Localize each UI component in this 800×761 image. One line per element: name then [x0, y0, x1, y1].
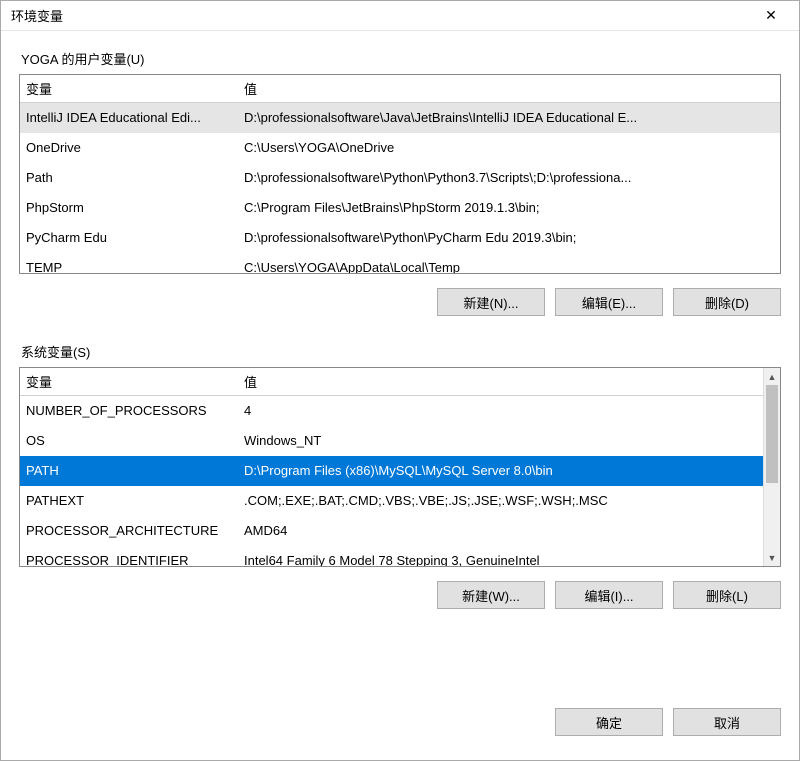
- user-vars-label: YOGA 的用户变量(U): [21, 49, 781, 68]
- header-value[interactable]: 值: [238, 368, 763, 395]
- system-vars-label: 系统变量(S): [21, 342, 781, 361]
- scroll-track[interactable]: [764, 385, 780, 549]
- var-value: D:\professionalsoftware\Python\PyCharm E…: [238, 223, 780, 253]
- table-row[interactable]: PROCESSOR_IDENTIFIERIntel64 Family 6 Mod…: [20, 546, 763, 567]
- var-value: .COM;.EXE;.BAT;.CMD;.VBS;.VBE;.JS;.JSE;.…: [238, 486, 763, 516]
- var-name: TEMP: [20, 253, 238, 274]
- var-value: Intel64 Family 6 Model 78 Stepping 3, Ge…: [238, 546, 763, 567]
- table-row[interactable]: NUMBER_OF_PROCESSORS4: [20, 396, 763, 426]
- user-vars-listbox[interactable]: 变量 值 IntelliJ IDEA Educational Edi...D:\…: [19, 74, 781, 274]
- var-value: Windows_NT: [238, 426, 763, 456]
- system-rows: NUMBER_OF_PROCESSORS4OSWindows_NTPATHD:\…: [20, 396, 763, 567]
- var-name: PROCESSOR_IDENTIFIER: [20, 546, 238, 567]
- dialog-content: YOGA 的用户变量(U) 变量 值 IntelliJ IDEA Educati…: [1, 31, 799, 760]
- user-rows: IntelliJ IDEA Educational Edi...D:\profe…: [20, 103, 780, 274]
- header-value[interactable]: 值: [238, 75, 780, 102]
- system-vars-listbox[interactable]: 变量 值 NUMBER_OF_PROCESSORS4OSWindows_NTPA…: [19, 367, 781, 567]
- header-variable[interactable]: 变量: [20, 75, 238, 102]
- var-value: C:\Users\YOGA\OneDrive: [238, 133, 780, 163]
- var-value: 4: [238, 396, 763, 426]
- scrollbar[interactable]: ▲ ▼: [763, 368, 780, 566]
- table-row[interactable]: IntelliJ IDEA Educational Edi...D:\profe…: [20, 103, 780, 133]
- scroll-up-icon[interactable]: ▲: [764, 368, 780, 385]
- var-name: OneDrive: [20, 133, 238, 163]
- sys-new-button[interactable]: 新建(W)...: [437, 581, 545, 609]
- env-vars-dialog: 环境变量 ✕ YOGA 的用户变量(U) 变量 值 IntelliJ IDEA …: [0, 0, 800, 761]
- var-name: OS: [20, 426, 238, 456]
- table-row[interactable]: PATHD:\Program Files (x86)\MySQL\MySQL S…: [20, 456, 763, 486]
- var-value: C:\Users\YOGA\AppData\Local\Temp: [238, 253, 780, 274]
- user-buttons: 新建(N)... 编辑(E)... 删除(D): [19, 288, 781, 316]
- var-value: D:\professionalsoftware\Java\JetBrains\I…: [238, 103, 780, 133]
- table-row[interactable]: PathD:\professionalsoftware\Python\Pytho…: [20, 163, 780, 193]
- dialog-buttons: 确定 取消: [19, 690, 781, 736]
- cancel-button[interactable]: 取消: [673, 708, 781, 736]
- titlebar: 环境变量 ✕: [1, 1, 799, 31]
- table-row[interactable]: PATHEXT.COM;.EXE;.BAT;.CMD;.VBS;.VBE;.JS…: [20, 486, 763, 516]
- system-list-header: 变量 值: [20, 368, 763, 396]
- var-name: Path: [20, 163, 238, 193]
- var-name: PATHEXT: [20, 486, 238, 516]
- header-variable[interactable]: 变量: [20, 368, 238, 395]
- table-row[interactable]: PhpStormC:\Program Files\JetBrains\PhpSt…: [20, 193, 780, 223]
- var-name: PhpStorm: [20, 193, 238, 223]
- var-value: D:\Program Files (x86)\MySQL\MySQL Serve…: [238, 456, 763, 486]
- user-new-button[interactable]: 新建(N)...: [437, 288, 545, 316]
- var-value: C:\Program Files\JetBrains\PhpStorm 2019…: [238, 193, 780, 223]
- var-name: NUMBER_OF_PROCESSORS: [20, 396, 238, 426]
- window-title: 环境变量: [11, 6, 751, 25]
- ok-button[interactable]: 确定: [555, 708, 663, 736]
- table-row[interactable]: PROCESSOR_ARCHITECTUREAMD64: [20, 516, 763, 546]
- var-name: PyCharm Edu: [20, 223, 238, 253]
- table-row[interactable]: TEMPC:\Users\YOGA\AppData\Local\Temp: [20, 253, 780, 274]
- sys-edit-button[interactable]: 编辑(I)...: [555, 581, 663, 609]
- sys-delete-button[interactable]: 删除(L): [673, 581, 781, 609]
- table-row[interactable]: OSWindows_NT: [20, 426, 763, 456]
- var-value: AMD64: [238, 516, 763, 546]
- table-row[interactable]: OneDriveC:\Users\YOGA\OneDrive: [20, 133, 780, 163]
- user-edit-button[interactable]: 编辑(E)...: [555, 288, 663, 316]
- var-name: PATH: [20, 456, 238, 486]
- var-name: IntelliJ IDEA Educational Edi...: [20, 103, 238, 133]
- user-list-header: 变量 值: [20, 75, 780, 103]
- var-value: D:\professionalsoftware\Python\Python3.7…: [238, 163, 780, 193]
- scroll-down-icon[interactable]: ▼: [764, 549, 780, 566]
- system-buttons: 新建(W)... 编辑(I)... 删除(L): [19, 581, 781, 609]
- scroll-thumb[interactable]: [766, 385, 778, 483]
- var-name: PROCESSOR_ARCHITECTURE: [20, 516, 238, 546]
- close-icon[interactable]: ✕: [751, 2, 791, 30]
- table-row[interactable]: PyCharm EduD:\professionalsoftware\Pytho…: [20, 223, 780, 253]
- user-delete-button[interactable]: 删除(D): [673, 288, 781, 316]
